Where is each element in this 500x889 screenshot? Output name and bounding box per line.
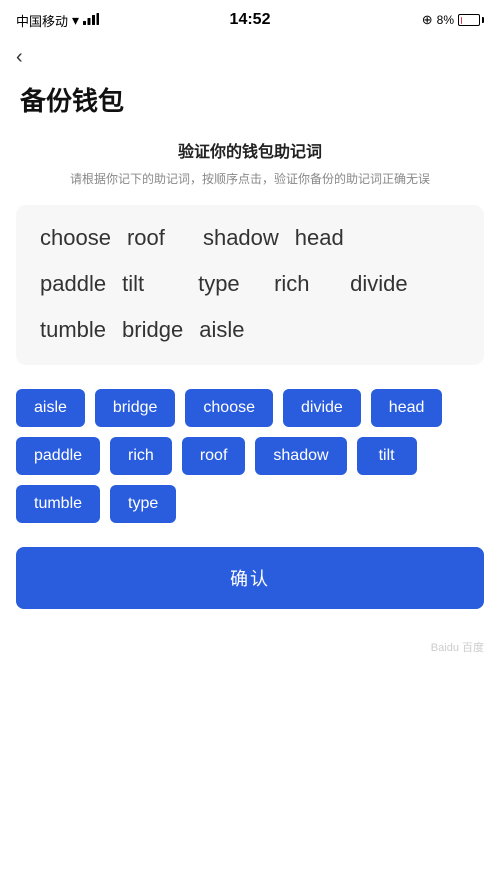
battery-fill <box>461 17 462 24</box>
word-display-item: divide <box>350 271 410 297</box>
word-select-button[interactable]: tilt <box>357 437 417 475</box>
word-select-button[interactable]: tumble <box>16 485 100 523</box>
word-display-item: tilt <box>122 271 182 297</box>
word-select-button[interactable]: shadow <box>255 437 346 475</box>
word-select-button[interactable]: bridge <box>95 389 175 427</box>
word-display-item: shadow <box>203 225 279 251</box>
time-display: 14:52 <box>230 11 271 29</box>
word-select-button[interactable]: divide <box>283 389 361 427</box>
word-select-button[interactable]: choose <box>185 389 273 427</box>
confirm-area: 确认 <box>16 547 484 609</box>
carrier-label: 中国移动 <box>16 11 68 30</box>
status-left: 中国移动 ▾ <box>16 11 99 30</box>
section-desc: 请根据你记下的助记词，按顺序点击，验证你备份的助记词正确无误 <box>0 170 500 189</box>
word-display-item: choose <box>40 225 111 251</box>
word-row: tumble bridge aisle <box>40 317 460 343</box>
word-select-button[interactable]: aisle <box>16 389 85 427</box>
confirm-button[interactable]: 确认 <box>16 547 484 609</box>
back-arrow-icon: ‹ <box>16 46 23 68</box>
battery-icon <box>458 14 484 26</box>
status-right: ⊕ 8% <box>422 12 484 28</box>
page-title: 备份钱包 <box>0 73 500 138</box>
battery-percent: 8% <box>437 13 454 27</box>
watermark: Baidu 百度 <box>0 609 500 665</box>
battery-cap <box>482 17 484 23</box>
word-select-button[interactable]: paddle <box>16 437 100 475</box>
word-display-item: type <box>198 271 258 297</box>
word-select-button[interactable]: roof <box>182 437 246 475</box>
status-bar: 中国移动 ▾ 14:52 ⊕ 8% <box>0 0 500 36</box>
section-title: 验证你的钱包助记词 <box>0 138 500 162</box>
word-select-button[interactable]: rich <box>110 437 172 475</box>
word-display-item: bridge <box>122 317 183 343</box>
word-display-item: paddle <box>40 271 106 297</box>
wifi-icon: ▾ <box>72 12 79 29</box>
signal-icon <box>83 13 99 28</box>
word-display-item: tumble <box>40 317 106 343</box>
battery-body <box>458 14 480 26</box>
satellite-icon: ⊕ <box>422 12 433 28</box>
word-display-item: aisle <box>199 317 259 343</box>
word-select-button[interactable]: type <box>110 485 176 523</box>
word-row: choose roof shadow head <box>40 225 460 251</box>
word-display-box: choose roof shadow head paddle tilt type richdi… <box>16 205 484 365</box>
word-select-button[interactable]: head <box>371 389 443 427</box>
word-display-item: head <box>295 225 355 251</box>
word-buttons-area: aisle bridge choose divide head paddle richroo… <box>16 389 484 523</box>
word-row: paddle tilt type rich divide <box>40 271 460 297</box>
word-display-item: roof <box>127 225 187 251</box>
word-display-item: rich <box>274 271 334 297</box>
back-button[interactable]: ‹ <box>0 36 500 73</box>
